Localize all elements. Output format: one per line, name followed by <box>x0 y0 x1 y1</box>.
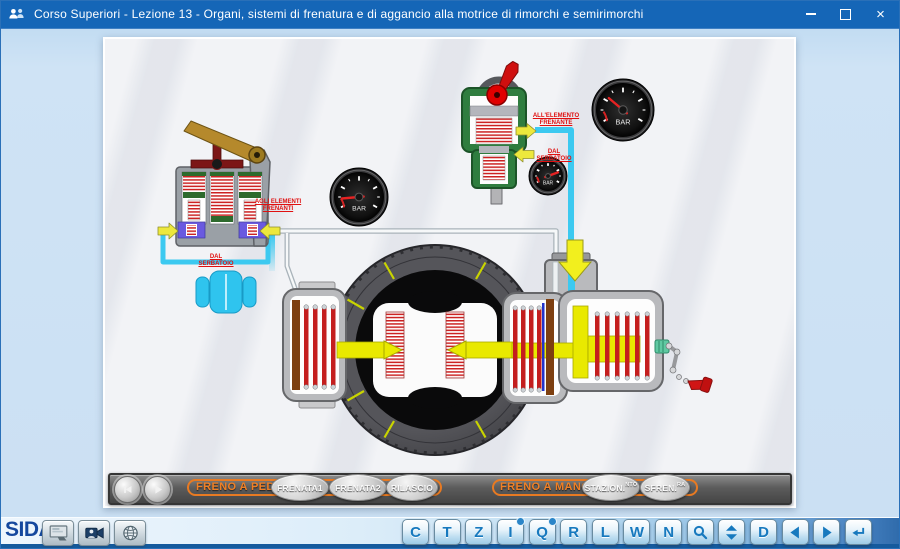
shortcut-keys: CTZIQRLWN D <box>402 519 872 545</box>
play-button[interactable] <box>144 476 171 503</box>
step-button-rilascio[interactable]: RILASCIO <box>386 474 438 501</box>
key-z[interactable]: Z <box>465 519 492 545</box>
minimize-button[interactable] <box>793 0 828 28</box>
key-r[interactable]: R <box>560 519 587 545</box>
label-from-reservoir-pedal: DALSERBATOIO <box>186 254 246 268</box>
key-n[interactable]: N <box>655 519 682 545</box>
key-q[interactable]: Q <box>529 519 556 545</box>
minimize-icon <box>806 13 816 14</box>
notification-dot <box>516 517 525 526</box>
key-l[interactable]: L <box>592 519 619 545</box>
label-to-braking-element-hand: ALL'ELEMENTOFRENANTE <box>530 113 582 127</box>
hand-brake-group-label: FRENO A MANO <box>500 481 590 493</box>
label-from-reservoir-hand: DALSERBATOIO <box>534 149 574 163</box>
skip-start-button[interactable] <box>114 476 141 503</box>
maximize-button[interactable] <box>828 0 863 28</box>
key-arrow-left[interactable] <box>782 519 809 545</box>
people-icon <box>8 7 26 21</box>
step-button-stazion[interactable]: STAZION.NTO <box>582 474 640 501</box>
window-title: Corso Superiori - Lezione 13 - Organi, s… <box>34 7 644 21</box>
web-button[interactable] <box>114 520 146 546</box>
key-i[interactable]: I <box>497 519 524 545</box>
step-button-sfren[interactable]: SFREN.RA <box>640 474 690 501</box>
key-d[interactable]: D <box>750 519 777 545</box>
step-button-frenata2[interactable]: FRENATA2 <box>329 474 387 501</box>
key-up-down[interactable] <box>718 519 745 545</box>
label-to-braking-elements: AGLI ELEMENTIFRENANTI <box>246 199 310 213</box>
webcam-button[interactable] <box>78 520 110 546</box>
key-t[interactable]: T <box>434 519 461 545</box>
notification-dot <box>548 517 557 526</box>
media-buttons <box>42 520 146 546</box>
close-icon: × <box>876 7 885 22</box>
key-w[interactable]: W <box>623 519 650 545</box>
key-magnifier[interactable] <box>687 519 714 545</box>
board-button[interactable] <box>42 520 74 546</box>
close-button[interactable]: × <box>863 0 898 28</box>
maximize-icon <box>840 9 851 20</box>
key-c[interactable]: C <box>402 519 429 545</box>
key-arrow-right[interactable] <box>813 519 840 545</box>
title-bar: Corso Superiori - Lezione 13 - Organi, s… <box>0 0 900 29</box>
lesson-canvas <box>103 37 796 508</box>
transport-controls <box>114 476 171 503</box>
step-button-frenata1[interactable]: FRENATA1 <box>271 474 329 501</box>
key-enter[interactable] <box>845 519 872 545</box>
